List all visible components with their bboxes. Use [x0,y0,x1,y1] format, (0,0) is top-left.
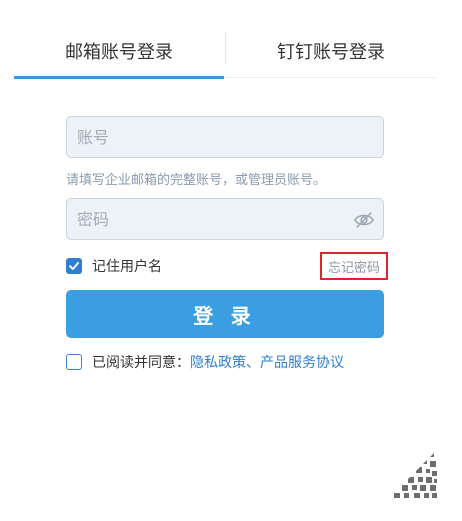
account-input[interactable] [67,117,383,157]
account-hint: 请填写企业邮箱的完整账号，或管理员账号。 [66,173,327,188]
agreement-separator: 、 [246,355,260,371]
qr-code-icon[interactable] [388,449,438,499]
login-tabs: 邮箱账号登录 钉钉账号登录 [14,28,436,80]
eye-off-icon[interactable] [353,209,375,231]
service-agreement-link[interactable]: 产品服务协议 [260,355,344,371]
tab-active-indicator [14,76,224,79]
tab-mail-login[interactable]: 邮箱账号登录 [14,28,224,74]
agreement-checkbox[interactable] [66,354,82,370]
agreement-text: 已阅读并同意：隐私政策、产品服务协议 [92,352,344,372]
remember-label: 记住用户名 [92,259,162,275]
account-field-container [66,116,384,158]
forgot-password-link[interactable]: 忘记密码 [320,252,388,280]
privacy-policy-link[interactable]: 隐私政策 [190,355,246,371]
check-icon [69,262,79,270]
remember-checkbox[interactable] [66,258,82,274]
login-button[interactable]: 登 录 [66,290,384,338]
password-input[interactable] [67,199,383,239]
login-panel: 邮箱账号登录 钉钉账号登录 请填写企业邮箱的完整账号，或管理员账号。 记住用户名… [0,0,462,521]
agreement-prefix: 已阅读并同意： [92,355,190,371]
agreement-row: 已阅读并同意：隐私政策、产品服务协议 [66,352,344,372]
tab-dingtalk-login[interactable]: 钉钉账号登录 [226,28,436,74]
remember-username[interactable]: 记住用户名 [66,256,162,276]
password-field-container [66,198,384,240]
